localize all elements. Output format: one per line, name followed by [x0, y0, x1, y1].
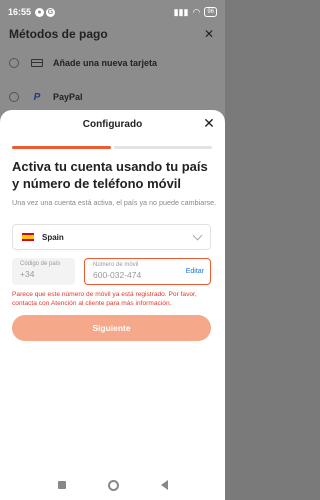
- paypal-option[interactable]: P PayPal: [9, 87, 219, 107]
- error-message: Parece que este número de móvil ya está …: [12, 291, 197, 307]
- activation-sheet: Configurado ✕ Activa tu cuenta usando tu…: [0, 110, 225, 500]
- wifi-icon: ◠: [192, 6, 201, 17]
- status-time: 16:55: [8, 7, 32, 17]
- headline: Activa tu cuenta usando tu país y número…: [12, 159, 208, 191]
- country-code-value: +34: [20, 269, 35, 279]
- home-button[interactable]: [107, 479, 119, 491]
- progress-step-1: [12, 146, 111, 149]
- next-button[interactable]: Siguiente: [12, 315, 211, 341]
- system-nav-bar: [0, 470, 225, 500]
- sheet-title: Configurado: [82, 119, 143, 130]
- country-code-field: Código de país +34: [12, 258, 75, 285]
- phone-number-field[interactable]: Número de móvil 600-032-474 Editar: [84, 258, 211, 285]
- google-icon: G: [46, 7, 56, 17]
- paypal-label: PayPal: [53, 92, 83, 102]
- signal-icon: ▮▮▮: [173, 6, 189, 17]
- back-button[interactable]: [160, 480, 168, 490]
- close-icon[interactable]: ✕: [202, 116, 216, 130]
- radio-button[interactable]: [9, 58, 19, 68]
- radio-button[interactable]: [9, 92, 19, 102]
- paypal-icon: P: [33, 91, 41, 103]
- recents-button[interactable]: [57, 481, 66, 489]
- country-code-label: Código de país: [20, 261, 61, 267]
- country-name: Spain: [42, 232, 64, 242]
- battery-icon: 96: [204, 7, 217, 17]
- country-select[interactable]: Spain: [12, 224, 211, 250]
- spain-flag-icon: [22, 233, 34, 241]
- message-icon: ●: [35, 7, 45, 17]
- add-card-label: Añade una nueva tarjeta: [53, 58, 158, 68]
- step-progress: [12, 146, 212, 149]
- subtitle: Una vez una cuenta está activa, el país …: [12, 198, 217, 207]
- close-icon[interactable]: ✕: [204, 27, 214, 41]
- status-bar: 16:55 ● G ▮▮▮ ◠ 96: [0, 0, 225, 24]
- add-card-option[interactable]: Añade una nueva tarjeta: [9, 53, 219, 73]
- credit-card-icon: [31, 59, 43, 67]
- chevron-down-icon: [192, 230, 203, 240]
- edit-phone-link[interactable]: Editar: [186, 268, 204, 275]
- progress-step-2: [113, 146, 212, 149]
- payment-methods-title: Métodos de pago: [9, 27, 108, 41]
